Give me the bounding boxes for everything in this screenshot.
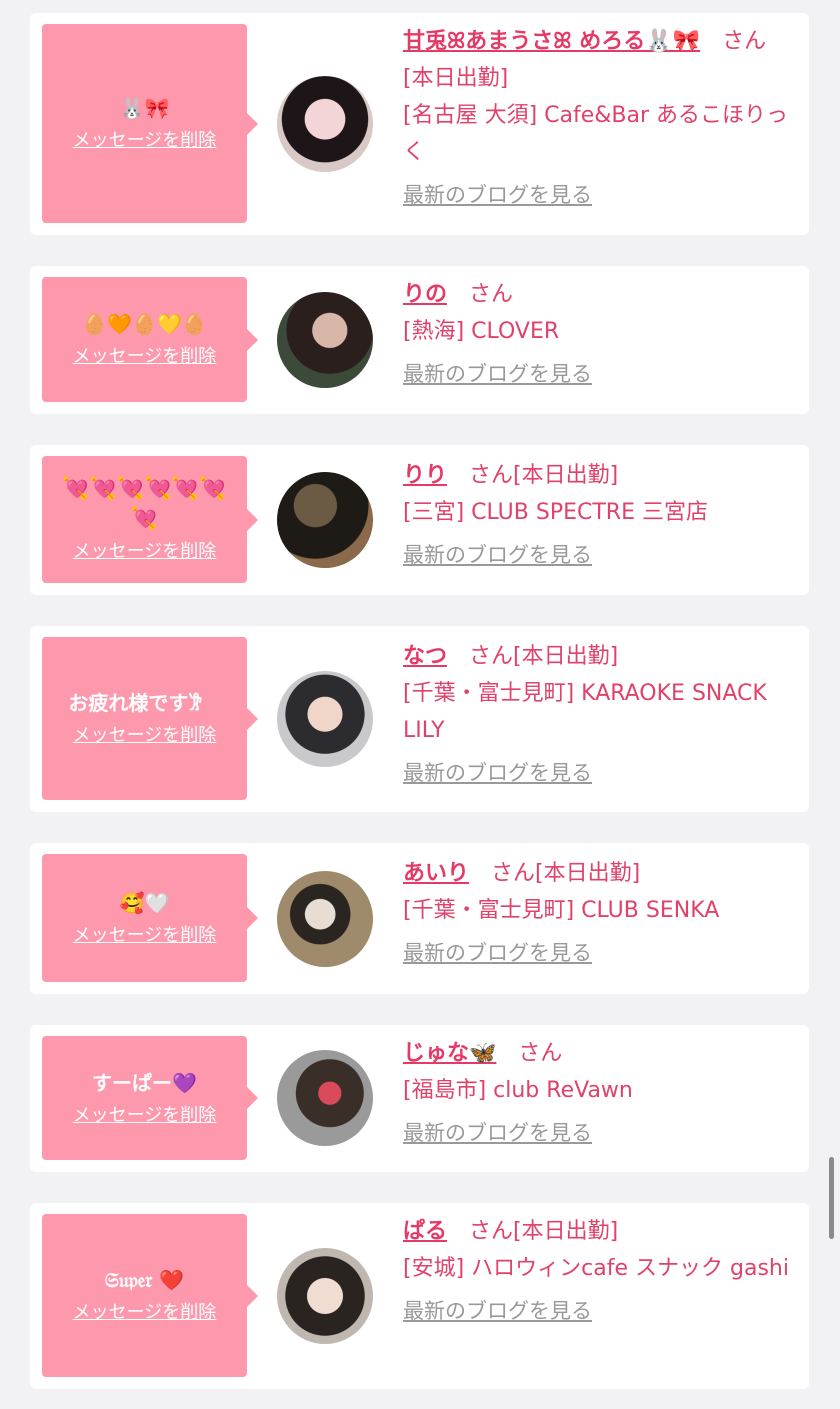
avatar[interactable] xyxy=(277,76,373,172)
message-text: 🥚🧡🥚💛🥚 xyxy=(82,312,207,336)
message-text: 🥰🤍 xyxy=(119,890,170,915)
latest-blog-link[interactable]: 最新のブログを見る xyxy=(403,935,592,972)
status-text: [本日出勤] xyxy=(535,861,641,886)
profile-info: りり さん[本日出勤] [三宮] CLUB SPECTRE 三宮店 最新のブログを… xyxy=(403,457,798,574)
honorific: さん xyxy=(469,1219,514,1244)
shop-text: [熱海] CLOVER xyxy=(403,319,560,344)
scrollbar[interactable] xyxy=(829,1157,834,1239)
latest-blog-link[interactable]: 最新のブログを見る xyxy=(403,755,592,792)
profile-name-link[interactable]: ぱる xyxy=(403,1219,447,1244)
latest-blog-link[interactable]: 最新のブログを見る xyxy=(403,177,592,214)
profile-name-link[interactable]: じゅな🦋 xyxy=(403,1041,496,1066)
message-bubble: 🥚🧡🥚💛🥚 メッセージを削除 xyxy=(42,277,258,402)
shop-text: [名古屋 大須] Cafe&Bar あるこほりっく xyxy=(403,103,789,165)
status-text: [本日出勤] xyxy=(403,66,509,91)
message-card: 🥰🤍 メッセージを削除 あいり さん[本日出勤] [千葉・富士見町] CLUB S… xyxy=(30,843,809,994)
status-text: [本日出勤] xyxy=(513,463,619,488)
profile-name-link[interactable]: あいり xyxy=(403,861,469,886)
message-bubble: 🥰🤍 メッセージを削除 xyxy=(42,854,258,982)
message-text: すーぱー💜 xyxy=(92,1070,197,1095)
profile-info: じゅな🦋 さん [福島市] club ReVawn 最新のブログを見る xyxy=(403,1035,798,1152)
profile-info: ぱる さん[本日出勤] [安城] ハロウィンcafe スナック gashi 最新の… xyxy=(403,1213,798,1330)
profile-info: 甘兎ꕤあまうさꕤ めろる🐰🎀 さん [本日出勤] [名古屋 大須] Cafe&Ba… xyxy=(403,23,798,214)
avatar[interactable] xyxy=(277,871,373,967)
profile-info: あいり さん[本日出勤] [千葉・富士見町] CLUB SENKA 最新のブログを… xyxy=(403,855,798,972)
message-bubble: お疲れ様です𐦂ㅤ メッセージを削除 xyxy=(42,637,258,800)
honorific: さん xyxy=(722,29,767,54)
profile-name-link[interactable]: なつ xyxy=(403,644,447,669)
delete-message-link[interactable]: メッセージを削除 xyxy=(73,539,217,565)
latest-blog-link[interactable]: 最新のブログを見る xyxy=(403,1115,592,1152)
status-text: [本日出勤] xyxy=(513,1219,619,1244)
shop-text: [福島市] club ReVawn xyxy=(403,1078,633,1103)
shop-text: [千葉・富士見町] CLUB SENKA xyxy=(403,898,720,923)
shop-text: [三宮] CLUB SPECTRE 三宮店 xyxy=(403,500,708,525)
message-bubble: 𝔖𝔲𝔭𝔢𝔯 ❤️ メッセージを削除 xyxy=(42,1214,258,1377)
message-card: 💘💘💘💘💘💘💘 メッセージを削除 りり さん[本日出勤] [三宮] CLUB SP… xyxy=(30,445,809,595)
avatar[interactable] xyxy=(277,671,373,767)
message-card: 𝔖𝔲𝔭𝔢𝔯 ❤️ メッセージを削除 ぱる さん[本日出勤] [安城] ハロウィンc… xyxy=(30,1203,809,1389)
honorific: さん xyxy=(469,282,514,307)
message-card: 🐰🎀 メッセージを削除 甘兎ꕤあまうさꕤ めろる🐰🎀 さん [本日出勤] [名古屋… xyxy=(30,13,809,235)
shop-text: [安城] ハロウィンcafe スナック gashi xyxy=(403,1256,789,1281)
delete-message-link[interactable]: メッセージを削除 xyxy=(73,128,217,154)
delete-message-link[interactable]: メッセージを削除 xyxy=(73,1300,217,1326)
profile-name-link[interactable]: りり xyxy=(403,463,447,488)
latest-blog-link[interactable]: 最新のブログを見る xyxy=(403,537,592,574)
message-text: 𝔖𝔲𝔭𝔢𝔯 ❤️ xyxy=(104,1268,185,1292)
profile-name-link[interactable]: りの xyxy=(403,282,447,307)
honorific: さん xyxy=(518,1041,563,1066)
honorific: さん xyxy=(469,644,514,669)
avatar[interactable] xyxy=(277,292,373,388)
message-card: お疲れ様です𐦂ㅤ メッセージを削除 なつ さん[本日出勤] [千葉・富士見町] K… xyxy=(30,626,809,812)
message-bubble: 💘💘💘💘💘💘💘 メッセージを削除 xyxy=(42,456,258,583)
profile-info: なつ さん[本日出勤] [千葉・富士見町] KARAOKE SNACK LILY … xyxy=(403,638,798,792)
message-text: 💘💘💘💘💘💘💘 xyxy=(62,476,227,532)
message-card: すーぱー💜 メッセージを削除 じゅな🦋 さん [福島市] club ReVawn … xyxy=(30,1025,809,1172)
message-text: 🐰🎀 xyxy=(119,96,170,120)
honorific: さん xyxy=(469,463,514,488)
message-card: 🥚🧡🥚💛🥚 メッセージを削除 りの さん [熱海] CLOVER 最新のブログを見… xyxy=(30,266,809,414)
avatar[interactable] xyxy=(277,1050,373,1146)
latest-blog-link[interactable]: 最新のブログを見る xyxy=(403,1293,592,1330)
profile-info: りの さん [熱海] CLOVER 最新のブログを見る xyxy=(403,276,798,393)
delete-message-link[interactable]: メッセージを削除 xyxy=(73,923,217,949)
message-bubble: 🐰🎀 メッセージを削除 xyxy=(42,24,258,223)
avatar[interactable] xyxy=(277,472,373,568)
status-text: [本日出勤] xyxy=(513,644,619,669)
shop-text: [千葉・富士見町] KARAOKE SNACK LILY xyxy=(403,681,767,743)
message-bubble: すーぱー💜 メッセージを削除 xyxy=(42,1036,258,1160)
avatar[interactable] xyxy=(277,1248,373,1344)
delete-message-link[interactable]: メッセージを削除 xyxy=(73,344,217,370)
profile-name-link[interactable]: 甘兎ꕤあまうさꕤ めろる🐰🎀 xyxy=(403,29,700,54)
honorific: さん xyxy=(491,861,536,886)
latest-blog-link[interactable]: 最新のブログを見る xyxy=(403,356,592,393)
message-text: お疲れ様です𐦂ㅤ xyxy=(68,691,221,715)
delete-message-link[interactable]: メッセージを削除 xyxy=(73,1103,217,1129)
delete-message-link[interactable]: メッセージを削除 xyxy=(73,723,217,749)
